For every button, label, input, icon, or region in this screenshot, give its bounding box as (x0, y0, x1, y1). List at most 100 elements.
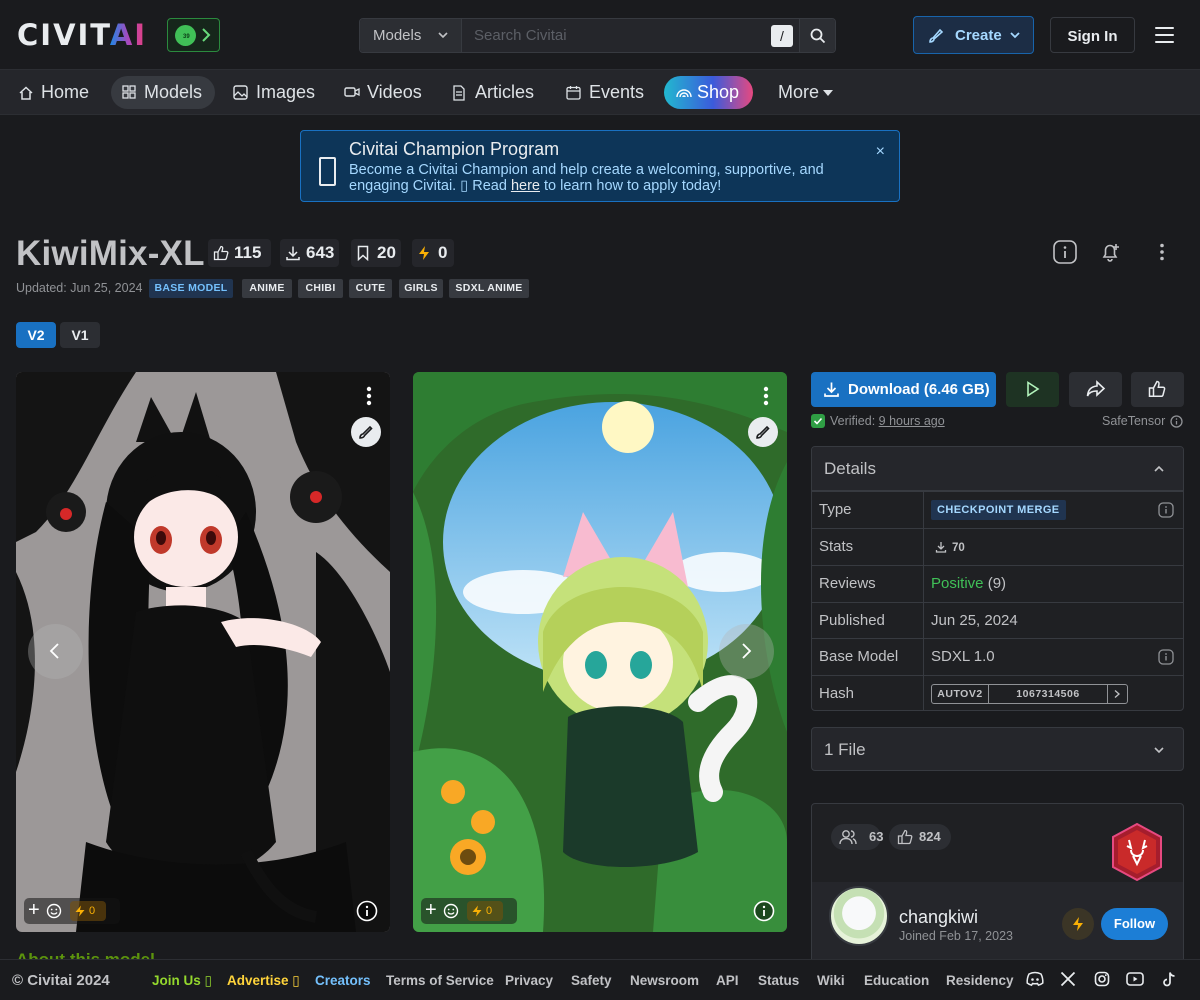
search-button[interactable] (799, 19, 835, 52)
home-icon (19, 86, 33, 100)
footer-link-join-us[interactable]: Join Us ▯ (152, 973, 212, 989)
smile-icon[interactable] (46, 903, 62, 919)
copyright: © Civitai 2024 (12, 972, 110, 989)
instagram-icon[interactable] (1094, 971, 1110, 987)
detail-row-base-model: Base Model SDXL 1.0 (812, 638, 1183, 675)
files-accordion[interactable]: 1 File (811, 727, 1184, 771)
nav-more[interactable]: More (778, 76, 838, 109)
info-icon[interactable] (1158, 502, 1174, 518)
creator-avatar[interactable] (829, 886, 889, 946)
add-reaction-icon[interactable]: + (28, 899, 40, 921)
gallery-card-1[interactable]: + 0 (16, 372, 390, 932)
grid-icon (122, 85, 136, 99)
buzz-tip-button[interactable]: 0 (70, 901, 106, 921)
footer-link-terms[interactable]: Terms of Service (386, 973, 494, 988)
more-options-button[interactable] (1149, 239, 1175, 265)
tag-chibi[interactable]: CHIBI (298, 279, 343, 298)
users-icon (839, 830, 857, 845)
run-button[interactable] (1006, 372, 1059, 407)
chevron-right-icon (202, 28, 211, 42)
tag-sdxl-anime[interactable]: SDXL ANIME (449, 279, 529, 298)
footer-link-wiki[interactable]: Wiki (817, 973, 845, 988)
footer-link-api[interactable]: API (716, 973, 739, 988)
remix-button[interactable] (748, 417, 778, 447)
menu-icon[interactable] (1155, 27, 1174, 43)
followers-stat: 63 (831, 824, 883, 850)
image-icon (233, 85, 248, 100)
footer-link-newsroom[interactable]: Newsroom (630, 973, 699, 988)
info-icon[interactable] (1158, 649, 1174, 665)
nav-articles[interactable]: Articles (452, 76, 540, 109)
reaction-bar: + 0 (421, 898, 517, 924)
event-badge-button[interactable]: 39 (167, 18, 220, 52)
dots-vertical-icon[interactable] (366, 386, 372, 406)
lightning-icon (1073, 917, 1083, 931)
footer-link-education[interactable]: Education (864, 973, 929, 988)
info-button[interactable] (1052, 239, 1078, 265)
buzz-tip-button[interactable]: 0 (467, 901, 503, 921)
nav-events[interactable]: Events (566, 76, 646, 109)
likes-stat: 115 (208, 239, 271, 267)
share-button[interactable] (1069, 372, 1122, 407)
announcement-title: Civitai Champion Program (349, 139, 560, 159)
youtube-icon[interactable] (1126, 971, 1144, 987)
announcement-link[interactable]: here (511, 178, 540, 194)
nav-home[interactable]: Home (18, 76, 98, 109)
search-scope-select[interactable]: Models (360, 19, 462, 52)
tip-buzz-button[interactable] (1062, 908, 1094, 940)
tag-base-model[interactable]: BASE MODEL (149, 279, 233, 298)
info-icon[interactable] (1170, 415, 1183, 428)
next-image-button[interactable] (719, 624, 774, 679)
footer-link-privacy[interactable]: Privacy (505, 973, 553, 988)
footer-link-safety[interactable]: Safety (571, 973, 612, 988)
chevron-down-icon (1010, 32, 1020, 39)
footer-link-advertise[interactable]: Advertise ▯ (227, 973, 300, 989)
nav-models[interactable]: Models (111, 76, 215, 109)
tag-cute[interactable]: CUTE (349, 279, 392, 298)
version-tab-v2[interactable]: V2 (16, 322, 56, 348)
create-button[interactable]: Create (913, 16, 1034, 54)
reaction-bar: + 0 (24, 898, 120, 924)
download-button[interactable]: Download (6.46 GB) (811, 372, 996, 407)
follow-button[interactable]: Follow (1101, 908, 1168, 940)
verified-time-link[interactable]: 9 hours ago (879, 414, 945, 428)
add-reaction-icon[interactable]: + (425, 899, 437, 921)
civitai-logo[interactable]: CIVITAI (17, 21, 147, 50)
tiktok-icon[interactable] (1161, 971, 1177, 988)
footer-link-status[interactable]: Status (758, 973, 799, 988)
tag-anime[interactable]: ANIME (242, 279, 292, 298)
chevron-right-icon (742, 643, 752, 659)
like-button[interactable] (1131, 372, 1184, 407)
notify-button[interactable] (1097, 239, 1123, 265)
sign-in-button[interactable]: Sign In (1050, 17, 1135, 53)
reviews-summary[interactable]: Positive (9) (931, 566, 1006, 602)
details-header[interactable]: Details (812, 447, 1183, 491)
search-input[interactable] (462, 19, 792, 52)
discord-icon[interactable] (1026, 971, 1044, 987)
announcement-body: Become a Civitai Champion and help creat… (349, 162, 824, 194)
remix-button[interactable] (351, 417, 381, 447)
prev-image-button[interactable] (28, 624, 83, 679)
top-header: CIVITAI 39 Models / Create Sign In (0, 0, 1200, 70)
tag-girls[interactable]: GIRLS (399, 279, 443, 298)
hash-box[interactable]: AUTOV2 1067314506 (931, 684, 1128, 704)
footer-link-creators[interactable]: Creators (315, 973, 371, 988)
nav-images[interactable]: Images (233, 76, 318, 109)
dots-vertical-icon (1160, 243, 1164, 261)
version-tab-v1[interactable]: V1 (60, 322, 100, 348)
file-format: SafeTensor (1102, 414, 1183, 428)
x-icon[interactable] (1060, 971, 1076, 987)
smile-icon[interactable] (443, 903, 459, 919)
info-icon[interactable] (753, 900, 775, 922)
nav-shop[interactable]: Shop (664, 76, 753, 109)
info-icon[interactable] (356, 900, 378, 922)
close-icon[interactable]: × (876, 143, 885, 161)
lightning-icon (419, 246, 429, 260)
nav-videos[interactable]: Videos (344, 76, 424, 109)
detail-row-reviews: Reviews Positive (9) (812, 565, 1183, 602)
dots-vertical-icon[interactable] (763, 386, 769, 406)
gallery-card-2[interactable]: + 0 (413, 372, 787, 932)
footer-link-residency[interactable]: Residency (946, 973, 1014, 988)
creator-username[interactable]: changkiwi (899, 907, 978, 928)
download-icon (935, 542, 947, 553)
